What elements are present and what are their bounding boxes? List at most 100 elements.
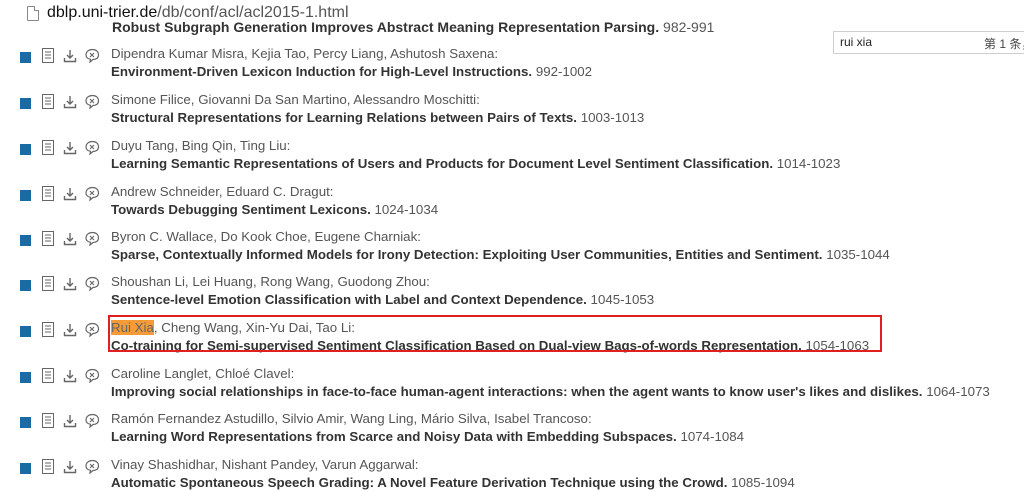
- entry-type-bullet: [20, 190, 31, 201]
- entry-pages: 982-991: [663, 19, 715, 35]
- entry-title-line: Towards Debugging Sentiment Lexicons. 10…: [111, 202, 438, 217]
- publication-entry: Duyu Tang, Bing Qin, Ting Liu: Learning S…: [0, 136, 1024, 182]
- annotation-box: [108, 315, 882, 352]
- entry-title: Towards Debugging Sentiment Lexicons.: [111, 202, 371, 217]
- entry-type-bullet: [20, 417, 31, 428]
- entry-title-line: Sparse, Contextually Informed Models for…: [111, 247, 890, 262]
- download-icon[interactable]: [63, 49, 79, 65]
- download-icon[interactable]: [63, 141, 79, 157]
- entry-title-line: Learning Semantic Representations of Use…: [111, 156, 840, 171]
- download-icon[interactable]: [63, 187, 79, 203]
- entry-pages: 1035-1044: [826, 247, 890, 262]
- share-icon[interactable]: [84, 231, 100, 247]
- entry-type-bullet: [20, 463, 31, 474]
- authors-text: Vinay Shashidhar, Nishant Pandey, Varun …: [111, 457, 419, 472]
- document-icon[interactable]: [42, 231, 58, 247]
- entry-type-bullet: [20, 372, 31, 383]
- share-icon[interactable]: [84, 413, 100, 429]
- publication-entry: Shoushan Li, Lei Huang, Rong Wang, Guodo…: [0, 272, 1024, 318]
- share-icon[interactable]: [84, 140, 100, 156]
- entry-authors[interactable]: Shoushan Li, Lei Huang, Rong Wang, Guodo…: [111, 274, 430, 289]
- entry-type-bullet: [20, 52, 31, 63]
- find-bar[interactable]: rui xia 第 1 条，: [833, 31, 1024, 54]
- authors-text: Andrew Schneider, Eduard C. Dragut:: [111, 184, 334, 199]
- share-icon[interactable]: [84, 276, 100, 292]
- entry-title: Robust Subgraph Generation Improves Abst…: [112, 19, 660, 35]
- entry-pages: 1003-1013: [580, 110, 645, 125]
- document-icon[interactable]: [42, 322, 58, 338]
- entry-pages: 1024-1034: [374, 202, 439, 217]
- entry-pages: 1045-1053: [590, 292, 655, 307]
- authors-text: Dipendra Kumar Misra, Kejia Tao, Percy L…: [111, 46, 499, 61]
- entry-authors[interactable]: Dipendra Kumar Misra, Kejia Tao, Percy L…: [111, 46, 498, 61]
- publication-entry: Vinay Shashidhar, Nishant Pandey, Varun …: [0, 455, 1024, 491]
- download-icon[interactable]: [63, 95, 79, 111]
- publication-entry: Caroline Langlet, Chloé Clavel: Improving…: [0, 364, 1024, 410]
- entry-title: Structural Representations for Learning …: [111, 110, 577, 125]
- publication-entry: Simone Filice, Giovanni Da San Martino, …: [0, 90, 1024, 136]
- publication-entry: Andrew Schneider, Eduard C. Dragut: Towar…: [0, 182, 1024, 228]
- authors-text: Ramón Fernandez Astudillo, Silvio Amir, …: [111, 411, 592, 426]
- entry-title: Environment-Driven Lexicon Induction for…: [111, 64, 533, 79]
- entry-authors[interactable]: Byron C. Wallace, Do Kook Choe, Eugene C…: [111, 229, 421, 244]
- document-icon[interactable]: [42, 48, 58, 64]
- entry-title: Sentence-level Emotion Classification wi…: [111, 292, 587, 307]
- entry-authors[interactable]: Caroline Langlet, Chloé Clavel:: [111, 366, 294, 381]
- document-icon[interactable]: [42, 413, 58, 429]
- entry-title-line: Environment-Driven Lexicon Induction for…: [111, 64, 592, 79]
- publication-entry: Byron C. Wallace, Do Kook Choe, Eugene C…: [0, 227, 1024, 273]
- entry-title-line: Automatic Spontaneous Speech Grading: A …: [111, 475, 795, 490]
- authors-text: Duyu Tang, Bing Qin, Ting Liu:: [111, 138, 291, 153]
- authors-text: Simone Filice, Giovanni Da San Martino, …: [111, 92, 480, 107]
- share-icon[interactable]: [84, 322, 100, 338]
- entry-authors[interactable]: Ramón Fernandez Astudillo, Silvio Amir, …: [111, 411, 592, 426]
- entry-title-line: Structural Representations for Learning …: [111, 110, 644, 125]
- authors-text: Shoushan Li, Lei Huang, Rong Wang, Guodo…: [111, 274, 430, 289]
- entry-title: Improving social relationships in face-t…: [111, 384, 923, 399]
- entry-type-bullet: [20, 235, 31, 246]
- find-result-count: 第 1 条，: [984, 37, 1024, 51]
- entry-pages: 1085-1094: [731, 475, 795, 490]
- document-icon[interactable]: [42, 140, 58, 156]
- download-icon[interactable]: [63, 369, 79, 385]
- entry-title: Sparse, Contextually Informed Models for…: [111, 247, 823, 262]
- share-icon[interactable]: [84, 94, 100, 110]
- page-icon: [27, 6, 39, 21]
- publication-entry: Ramón Fernandez Astudillo, Silvio Amir, …: [0, 409, 1024, 455]
- share-icon[interactable]: [84, 186, 100, 202]
- download-icon[interactable]: [63, 414, 79, 430]
- authors-text: Byron C. Wallace, Do Kook Choe, Eugene C…: [111, 229, 421, 244]
- entry-title: Learning Semantic Representations of Use…: [111, 156, 774, 171]
- download-icon[interactable]: [63, 232, 79, 248]
- entry-authors[interactable]: Duyu Tang, Bing Qin, Ting Liu:: [111, 138, 290, 153]
- entry-title-line: Improving social relationships in face-t…: [111, 384, 990, 399]
- document-icon[interactable]: [42, 459, 58, 475]
- document-icon[interactable]: [42, 276, 58, 292]
- document-icon[interactable]: [42, 186, 58, 202]
- entry-authors[interactable]: Andrew Schneider, Eduard C. Dragut:: [111, 184, 333, 199]
- download-icon[interactable]: [63, 460, 79, 476]
- entry-type-bullet: [20, 280, 31, 291]
- entry-pages: 1014-1023: [776, 156, 841, 171]
- document-icon[interactable]: [42, 368, 58, 384]
- entry-pages: 1064-1073: [926, 384, 990, 399]
- share-icon[interactable]: [84, 48, 100, 64]
- entry-title-line: Learning Word Representations from Scarc…: [111, 429, 744, 444]
- entry-type-bullet: [20, 144, 31, 155]
- entry-title-line: Sentence-level Emotion Classification wi…: [111, 292, 654, 307]
- clipped-entry-title[interactable]: Robust Subgraph Generation Improves Abst…: [112, 19, 714, 35]
- download-icon[interactable]: [63, 277, 79, 293]
- entry-pages: 1074-1084: [680, 429, 745, 444]
- entry-title: Learning Word Representations from Scarc…: [111, 429, 677, 444]
- entry-type-bullet: [20, 98, 31, 109]
- entry-authors[interactable]: Simone Filice, Giovanni Da San Martino, …: [111, 92, 480, 107]
- download-icon[interactable]: [63, 323, 79, 339]
- find-input[interactable]: rui xia: [840, 35, 872, 49]
- entry-type-bullet: [20, 326, 31, 337]
- entry-title: Automatic Spontaneous Speech Grading: A …: [111, 475, 728, 490]
- document-icon[interactable]: [42, 94, 58, 110]
- share-icon[interactable]: [84, 459, 100, 475]
- share-icon[interactable]: [84, 368, 100, 384]
- entry-pages: 992-1002: [535, 64, 593, 79]
- entry-authors[interactable]: Vinay Shashidhar, Nishant Pandey, Varun …: [111, 457, 419, 472]
